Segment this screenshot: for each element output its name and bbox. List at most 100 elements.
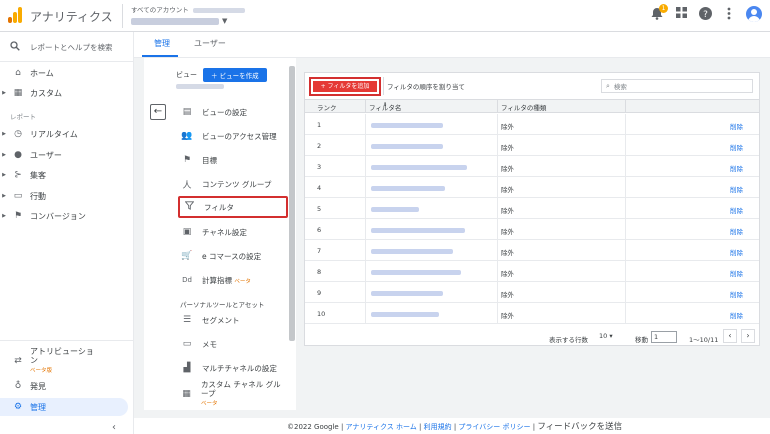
- delete-filter-link[interactable]: 削除: [730, 310, 743, 320]
- footer-link-terms[interactable]: 利用規約: [424, 423, 452, 431]
- menu-calculated-metrics-label: 計算指標 ベータ: [202, 275, 251, 286]
- collapse-sidebar-icon[interactable]: ‹: [112, 422, 116, 433]
- divider: [497, 114, 498, 134]
- divider: [365, 177, 366, 197]
- back-arrow-icon[interactable]: ←: [150, 104, 166, 120]
- help-icon[interactable]: ?: [698, 7, 712, 21]
- menu-annotations[interactable]: ▭ メモ: [178, 333, 288, 355]
- menu-view-settings[interactable]: ▤ ビューの設定: [178, 101, 288, 123]
- delete-filter-link[interactable]: 削除: [730, 289, 743, 299]
- blurred-filter-name[interactable]: [371, 312, 439, 317]
- send-feedback-link[interactable]: フィードバックを送信: [537, 422, 622, 432]
- blurred-filter-name[interactable]: [371, 270, 461, 275]
- rows-per-page-select[interactable]: 10 ▾: [599, 332, 613, 340]
- caret-down-icon[interactable]: ▼: [222, 17, 227, 25]
- blurred-filter-name[interactable]: [371, 186, 445, 191]
- menu-calculated-metrics[interactable]: Dd 計算指標 ベータ: [178, 269, 288, 291]
- table-row[interactable]: 6 除外 削除: [305, 219, 759, 240]
- goto-page-input[interactable]: 1: [651, 331, 677, 343]
- divider: [625, 303, 626, 323]
- table-row[interactable]: 9 除外 削除: [305, 282, 759, 303]
- filter-search-input[interactable]: ⌕ 検索: [601, 79, 753, 93]
- previous-page-icon[interactable]: ‹: [723, 329, 737, 343]
- column-header-rank[interactable]: ランク: [317, 102, 337, 112]
- menu-multichannel-settings[interactable]: ▟ マルチチャネルの設定: [178, 357, 288, 379]
- document-icon: ▤: [182, 107, 192, 117]
- menu-content-grouping[interactable]: ⼈コンテンツ グループ: [178, 173, 288, 195]
- divider: [497, 156, 498, 176]
- nav-behavior[interactable]: ▶ ▭ 行動: [0, 187, 134, 205]
- nav-custom[interactable]: ▶ ▦ カスタム: [0, 84, 134, 102]
- menu-goals[interactable]: ⚑ 目標: [178, 149, 288, 171]
- rank-cell: 8: [317, 268, 322, 276]
- table-row[interactable]: 3 除外 削除: [305, 156, 759, 177]
- add-filter-button[interactable]: + フィルタを追加: [313, 81, 377, 92]
- table-row[interactable]: 5 除外 削除: [305, 198, 759, 219]
- svg-text:?: ?: [703, 10, 708, 20]
- table-row[interactable]: 10 除外 削除: [305, 303, 759, 324]
- account-selector[interactable]: すべてのアカウント ▼: [122, 4, 245, 28]
- menu-segments[interactable]: ☰ セグメント: [178, 309, 288, 331]
- nav-discover[interactable]: ♁ 発見: [0, 377, 134, 395]
- search-icon: [10, 41, 20, 53]
- avatar[interactable]: [746, 6, 762, 22]
- menu-channel-settings[interactable]: ▣ チャネル設定: [178, 221, 288, 243]
- footer-link-analytics-home[interactable]: アナリティクス ホーム: [346, 423, 417, 431]
- table-row[interactable]: 4 除外 削除: [305, 177, 759, 198]
- reorder-filters-button[interactable]: フィルタの順序を割り当て: [387, 81, 465, 91]
- nav-acquisition[interactable]: ▶ ⊱ 集客: [0, 166, 134, 184]
- page-range: 1～10/11: [689, 336, 719, 344]
- create-view-button[interactable]: ＋ ビューを作成: [203, 68, 267, 82]
- footer-link-privacy[interactable]: プライバシー ポリシー: [458, 423, 530, 431]
- delete-filter-link[interactable]: 削除: [730, 184, 743, 194]
- blurred-filter-name[interactable]: [371, 144, 443, 149]
- content-grouping-icon: ⼈: [182, 180, 192, 191]
- analytics-logo-icon[interactable]: [8, 7, 22, 23]
- blurred-filter-name[interactable]: [371, 249, 453, 254]
- more-vert-icon[interactable]: [722, 7, 736, 21]
- menu-ecommerce-settings[interactable]: 🛒 e コマースの設定: [178, 245, 288, 267]
- bell-icon[interactable]: 1: [650, 4, 668, 21]
- expand-icon: ▶: [2, 152, 6, 158]
- blurred-filter-name[interactable]: [371, 165, 467, 170]
- blurred-filter-name[interactable]: [371, 123, 443, 128]
- nav-attribution[interactable]: ⇄ アトリビューショ ン ベータ版: [0, 346, 134, 376]
- blurred-filter-name[interactable]: [371, 291, 443, 296]
- delete-filter-link[interactable]: 削除: [730, 247, 743, 257]
- nav-conversions[interactable]: ▶ ⚑ コンバージョン: [0, 207, 134, 225]
- menu-custom-channel-grouping[interactable]: ▦ カスタム チャネル グループ ベータ: [178, 380, 288, 407]
- apps-grid-icon[interactable]: [674, 7, 688, 21]
- nav-realtime[interactable]: ▶ ◷ リアルタイム: [0, 125, 134, 143]
- tab-user[interactable]: ユーザー: [194, 38, 226, 49]
- nav-home[interactable]: ⌂ ホーム: [0, 64, 134, 82]
- delete-filter-link[interactable]: 削除: [730, 268, 743, 278]
- nav-home-label: ホーム: [30, 68, 54, 78]
- filter-type-cell: 除外: [501, 228, 514, 236]
- table-row[interactable]: 1 除外 削除: [305, 114, 759, 135]
- blurred-property-name: [131, 17, 219, 25]
- column-header-filter-name[interactable]: フィルタ名: [369, 102, 401, 112]
- nav-users[interactable]: ▶ ● ユーザー: [0, 146, 134, 164]
- nav-admin[interactable]: ⚙ 管理: [0, 398, 128, 416]
- filter-type-cell: 除外: [501, 186, 514, 194]
- menu-filters[interactable]: フィルタ: [178, 196, 288, 218]
- column-scrollbar[interactable]: [289, 66, 295, 341]
- table-row[interactable]: 2 除外 削除: [305, 135, 759, 156]
- delete-filter-link[interactable]: 削除: [730, 142, 743, 152]
- delete-filter-link[interactable]: 削除: [730, 163, 743, 173]
- divider: [497, 177, 498, 197]
- attribution-line-1: アトリビューショ: [30, 346, 94, 356]
- menu-view-access[interactable]: 👥 ビューのアクセス管理: [178, 125, 288, 147]
- help-search[interactable]: レポートとヘルプを検索: [0, 38, 134, 56]
- next-page-icon[interactable]: ›: [741, 329, 755, 343]
- blurred-filter-name[interactable]: [371, 228, 465, 233]
- tab-admin[interactable]: 管理: [154, 38, 170, 49]
- blurred-filter-name[interactable]: [371, 207, 419, 212]
- delete-filter-link[interactable]: 削除: [730, 226, 743, 236]
- table-row[interactable]: 7 除外 削除: [305, 240, 759, 261]
- delete-filter-link[interactable]: 削除: [730, 121, 743, 131]
- column-header-filter-type[interactable]: フィルタの種類: [501, 102, 546, 112]
- delete-filter-link[interactable]: 削除: [730, 205, 743, 215]
- table-row[interactable]: 8 除外 削除: [305, 261, 759, 282]
- divider: [365, 100, 366, 112]
